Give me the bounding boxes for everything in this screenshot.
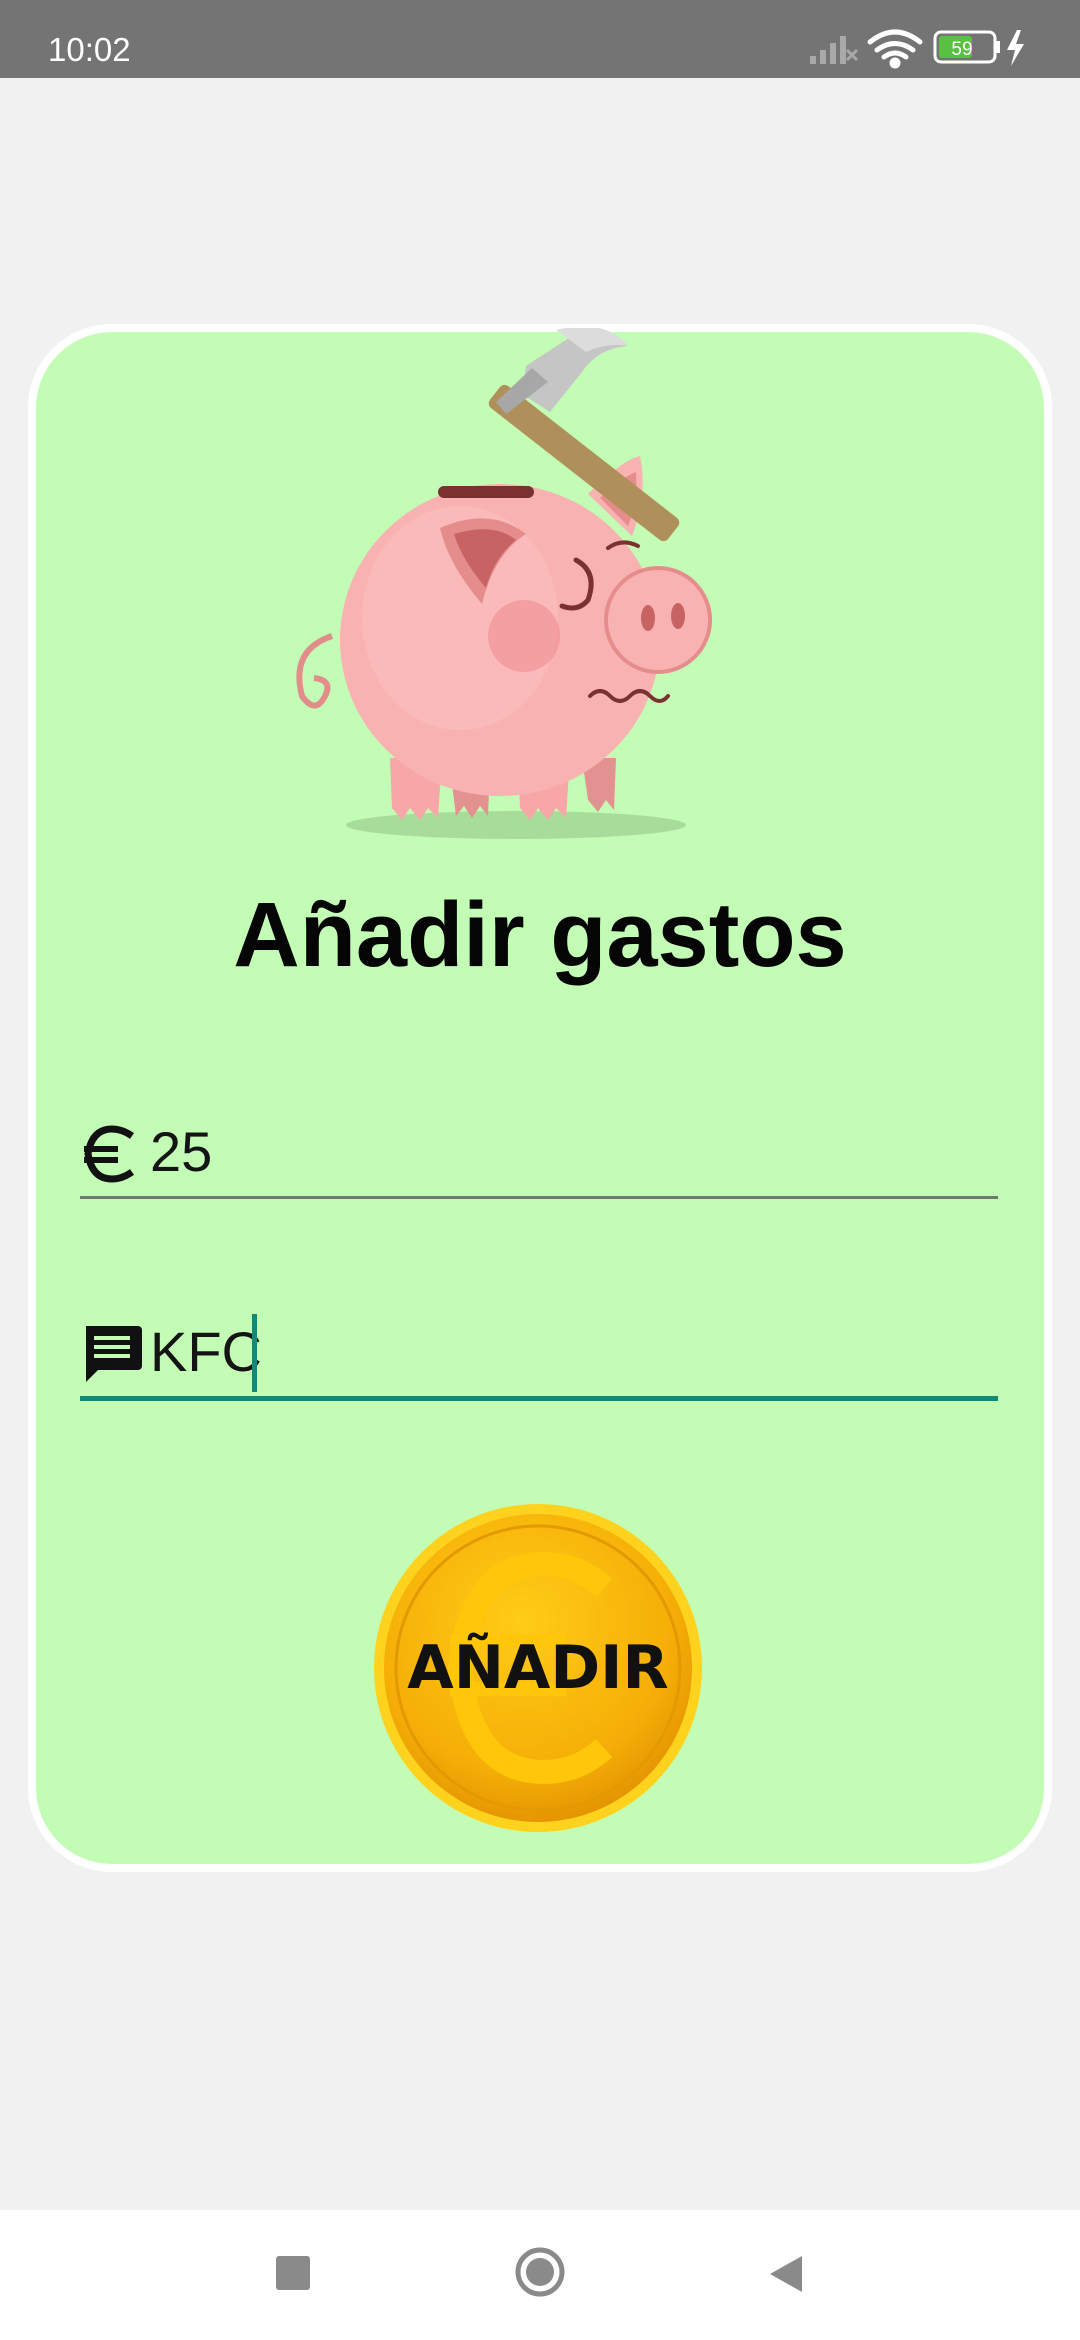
signal-icon bbox=[810, 36, 859, 64]
note-value: KFC bbox=[150, 1320, 262, 1383]
add-button-label: AÑADIR bbox=[407, 1633, 669, 1703]
navigation-bar bbox=[0, 2210, 1080, 2340]
battery-icon: 59 bbox=[933, 30, 1000, 64]
amount-field[interactable]: 25 bbox=[80, 1110, 998, 1199]
status-bar: 10:02 59 bbox=[0, 0, 1080, 78]
add-button[interactable]: AÑADIR bbox=[372, 1502, 704, 1834]
back-triangle-icon[interactable] bbox=[764, 2252, 808, 2296]
charging-icon bbox=[1007, 30, 1024, 66]
svg-text:59: 59 bbox=[951, 39, 972, 60]
status-time: 10:02 bbox=[48, 31, 131, 68]
status-icons: 59 bbox=[810, 26, 1040, 70]
piggy-bank-hammer-illustration bbox=[296, 328, 712, 839]
note-field[interactable]: KFC bbox=[80, 1310, 998, 1401]
page-title: Añadir gastos bbox=[233, 884, 847, 986]
message-icon bbox=[86, 1326, 142, 1382]
text-caret bbox=[252, 1314, 257, 1392]
wifi-icon bbox=[867, 29, 923, 69]
euro-icon bbox=[84, 1125, 135, 1183]
home-circle-icon[interactable] bbox=[514, 2246, 566, 2298]
amount-value: 25 bbox=[150, 1120, 213, 1183]
recents-square-icon[interactable] bbox=[272, 2252, 316, 2296]
